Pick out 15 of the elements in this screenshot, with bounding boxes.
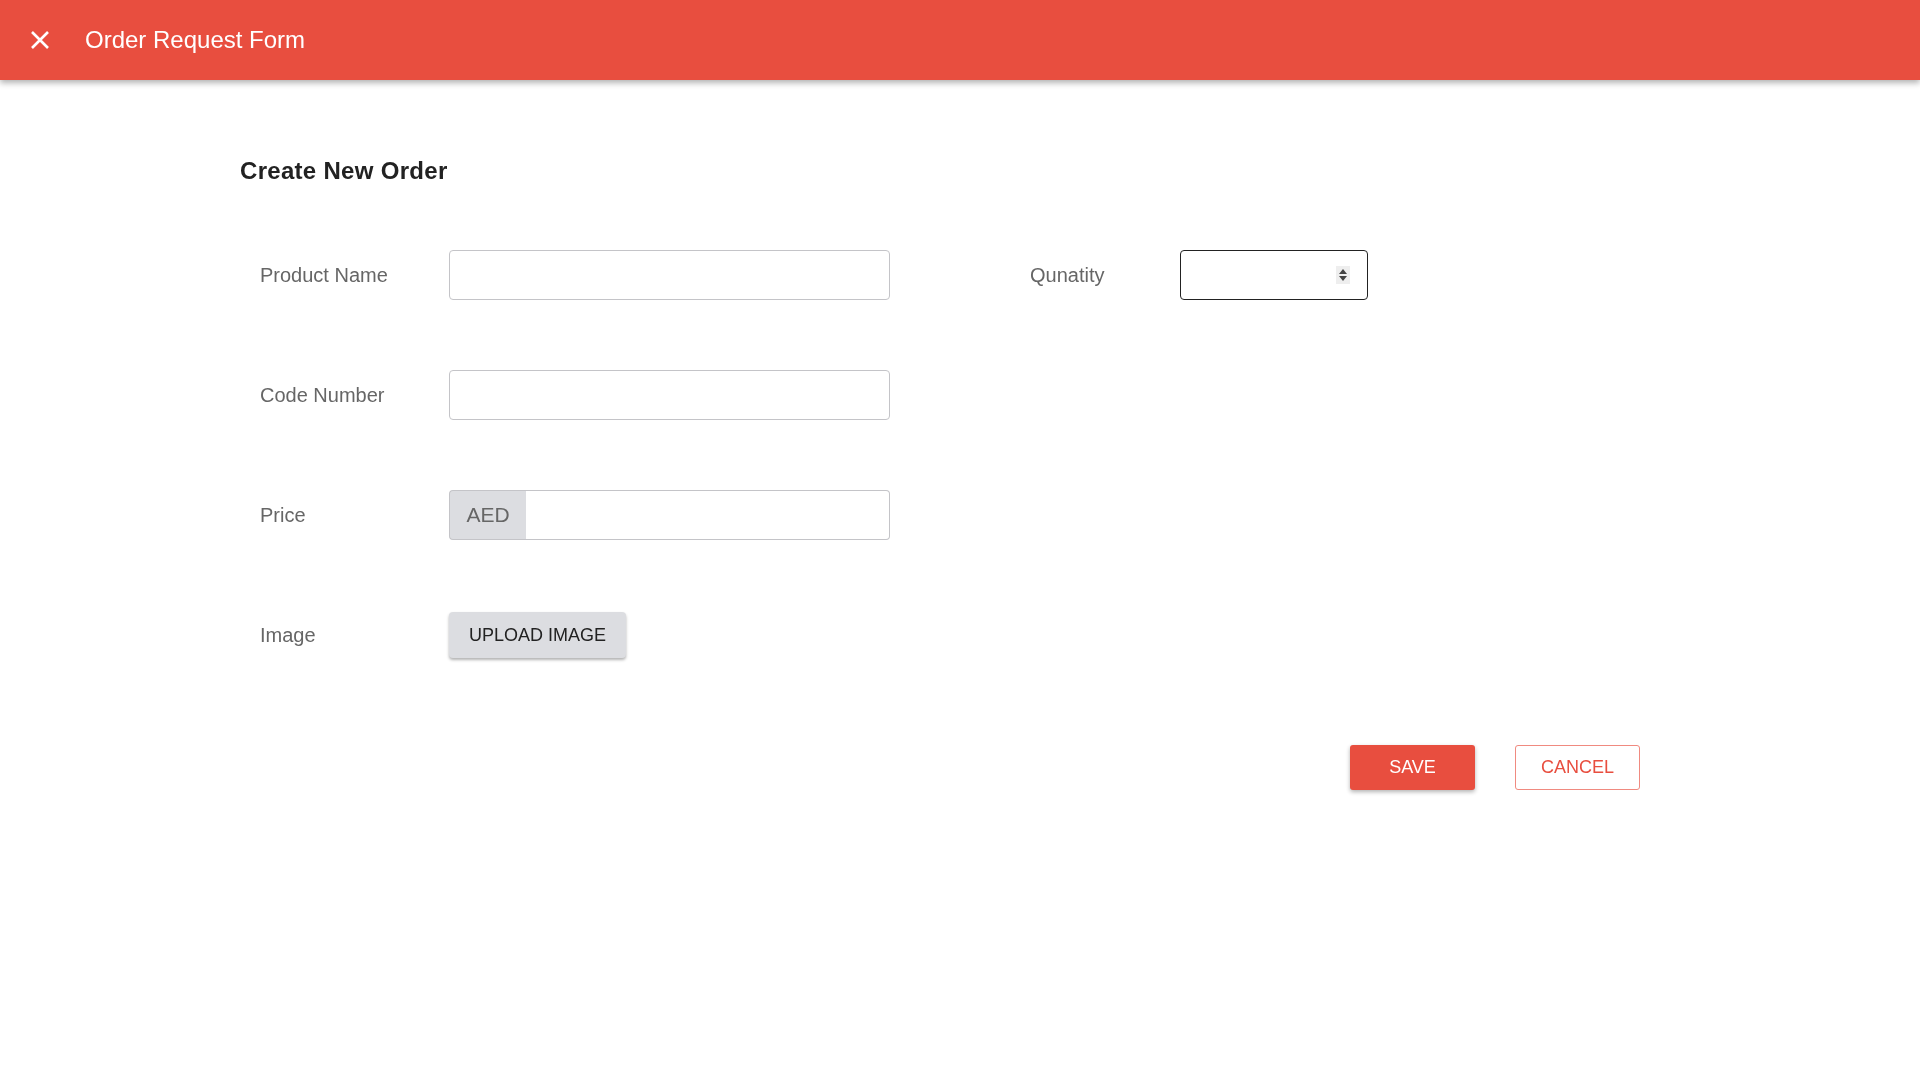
upload-image-button[interactable]: UPLOAD IMAGE [449,612,627,658]
field-label: Image [260,623,317,647]
text-input-field[interactable] [449,370,890,420]
cancel-button[interactable]: CANCEL [1515,745,1640,790]
field-label: Product Name [260,263,389,287]
app-bar-title: Order Request Form [85,26,306,54]
field-label: Code Number [260,383,386,407]
close-icon[interactable] [29,29,51,51]
save-button[interactable]: SAVE [1350,745,1475,790]
field-label: Qunatity [1030,263,1106,287]
text-input-field[interactable] [449,250,890,300]
number-input-field[interactable] [1180,250,1368,300]
form-heading: Create New Order [240,157,449,185]
field-label: Price [260,503,307,527]
spinner-arrows-icon[interactable] [1336,266,1350,284]
